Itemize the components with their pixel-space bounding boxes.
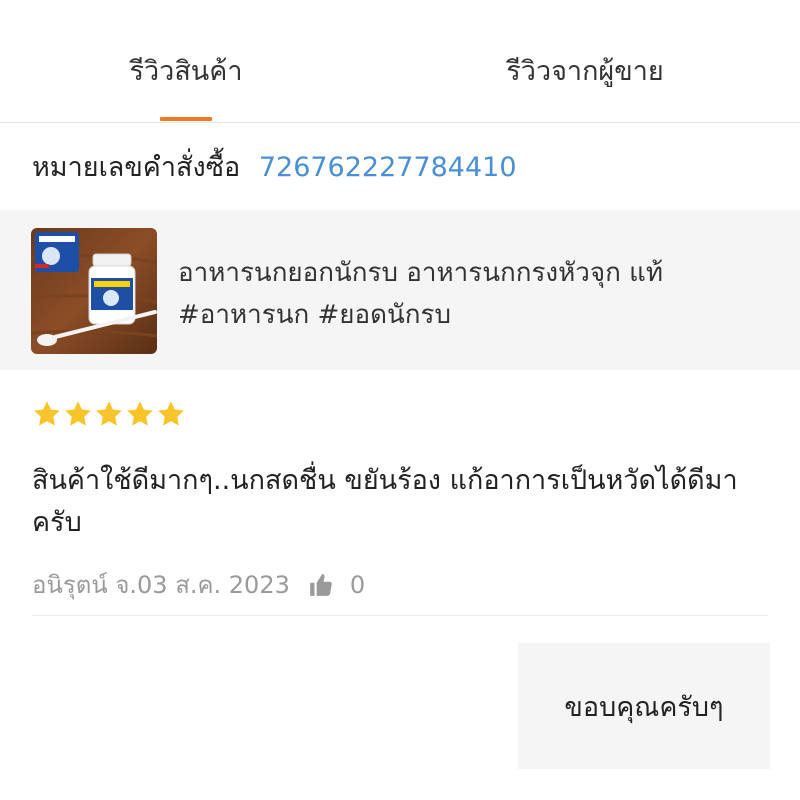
seller-reply-box: ขอบคุณครับๆ — [518, 643, 770, 769]
tab-seller-review[interactable]: รีวิวจากผู้ขาย — [470, 48, 700, 96]
product-photo — [31, 228, 157, 354]
review-text: สินค้าใช้ดีมากๆ..นกสดชื่น ขยันร้อง แก้อา… — [32, 465, 738, 538]
star-icon — [127, 401, 153, 426]
product-thumbnail[interactable] — [31, 228, 157, 354]
order-number-label: หมายเลขคำสั่งซื้อ — [32, 152, 241, 183]
rating-stars — [32, 398, 186, 432]
thumbs-up-icon[interactable] — [308, 572, 334, 598]
review-detail-page: รีวิวสินค้า รีวิวจากผู้ขาย หมายเลขคำสั่ง… — [0, 0, 800, 800]
review-author-date: อนิรุตน์ จ.03 ส.ค. 2023 — [32, 571, 290, 599]
divider — [32, 615, 768, 616]
product-card[interactable]: อาหารนกยอกนักรบ อาหารนกกรงหัวจุก แท้ #อา… — [0, 210, 800, 370]
active-tab-indicator — [160, 117, 212, 121]
order-number-link[interactable]: 726762227784410 — [259, 152, 517, 183]
product-title[interactable]: อาหารนกยอกนักรบ อาหารนกกรงหัวจุก แท้ #อา… — [178, 252, 768, 336]
review-meta: อนิรุตน์ จ.03 ส.ค. 2023 0 — [32, 565, 365, 605]
seller-reply-text: ขอบคุณครับๆ — [564, 692, 724, 723]
star-icon — [158, 401, 184, 426]
star-icon — [65, 401, 91, 426]
star-icon — [96, 401, 122, 426]
order-number-row: หมายเลขคำสั่งซื้อ 726762227784410 — [32, 148, 517, 188]
star-icon — [34, 401, 60, 426]
like-count: 0 — [349, 571, 366, 599]
tab-product-review[interactable]: รีวิวสินค้า — [86, 48, 286, 96]
review-tabs: รีวิวสินค้า รีวิวจากผู้ขาย — [0, 0, 800, 123]
